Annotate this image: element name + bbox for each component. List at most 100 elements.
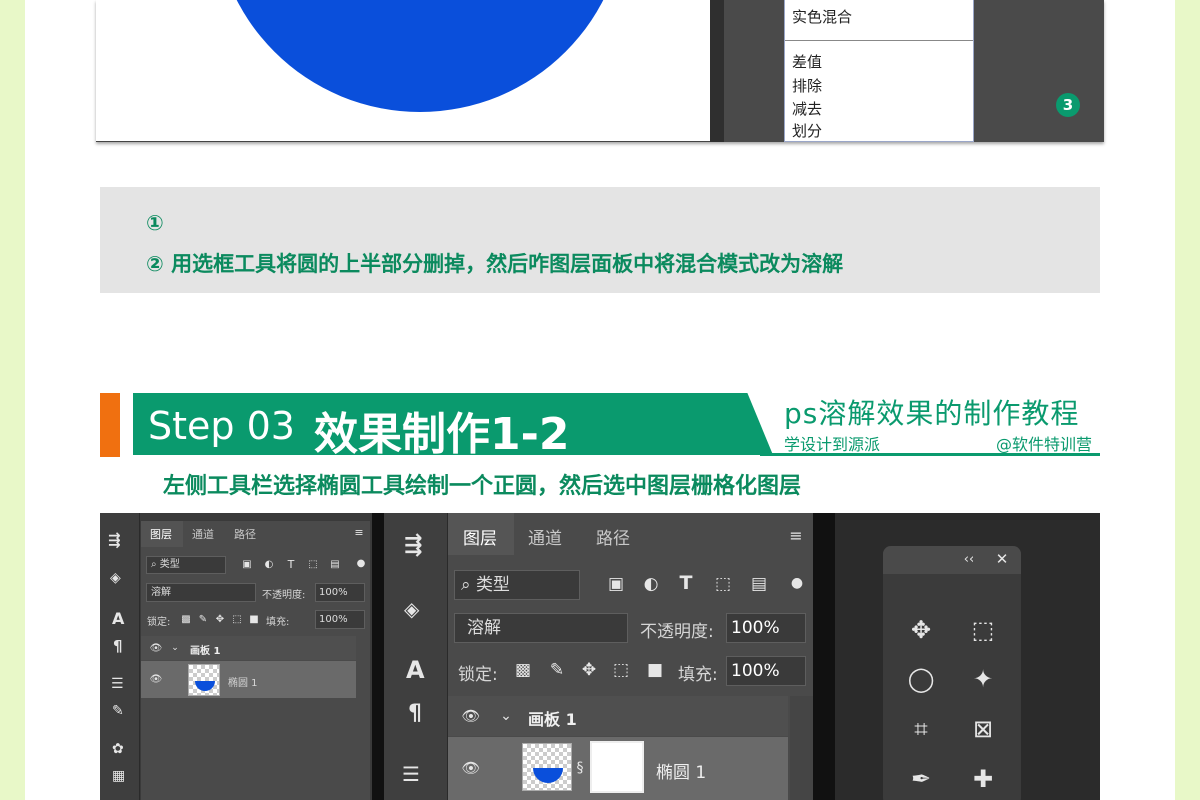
panel-menu-icon[interactable]: ≡ — [352, 525, 366, 539]
tab-paths[interactable]: 路径 — [596, 524, 630, 549]
eye-icon[interactable]: 👁 — [460, 705, 482, 727]
blend-item[interactable]: 实色混合 — [792, 6, 852, 28]
fill-label: 填充: — [678, 665, 718, 685]
history-icon[interactable]: ⇶ — [108, 531, 121, 549]
blend-item[interactable]: 差值 — [792, 51, 822, 73]
accent-bar — [100, 393, 120, 457]
fill-value: 100% — [731, 661, 780, 681]
layer-thumbnail — [522, 743, 572, 791]
blend-item[interactable]: 排除 — [792, 75, 822, 97]
fill-field[interactable]: 100% — [726, 656, 806, 686]
filter-label: 类型 — [159, 559, 180, 570]
chevron-down-icon[interactable]: ⌄ — [498, 705, 514, 727]
lock-transparent-icon[interactable]: ▩ — [180, 612, 192, 626]
large-blend-select[interactable]: 溶解 — [454, 613, 628, 643]
close-icon[interactable]: ✕ — [993, 550, 1011, 568]
opacity-field[interactable]: 100% — [726, 613, 806, 643]
paragraph-icon[interactable]: ¶ — [408, 701, 422, 726]
lock-paint-icon[interactable]: ✎ — [546, 659, 568, 681]
lock-all-icon[interactable]: ■ — [644, 659, 666, 681]
filter-toggle-icon[interactable]: ● — [790, 569, 804, 597]
opacity-field[interactable]: 100% — [315, 583, 365, 602]
tab-paths[interactable]: 路径 — [234, 526, 256, 542]
fill-field[interactable]: 100% — [315, 610, 365, 629]
lock-label: 锁定: — [458, 665, 498, 685]
tab-channels[interactable]: 通道 — [528, 524, 562, 549]
shape-filter-icon[interactable]: ⬚ — [306, 557, 320, 571]
adjust-icon[interactable]: ☰ — [111, 676, 124, 692]
swatches-icon[interactable]: ✿ — [112, 741, 124, 757]
smart-filter-icon[interactable]: ▤ — [328, 557, 342, 571]
large-filter-select[interactable]: ⌕ 类型 — [454, 570, 580, 600]
eye-icon[interactable]: 👁 — [460, 757, 482, 779]
fill-label: 填充: — [266, 617, 290, 628]
filter-label: 类型 — [475, 575, 510, 595]
lock-all-icon[interactable]: ■ — [248, 612, 260, 626]
layers-scrollbar[interactable] — [790, 696, 813, 800]
group-name: 画板 1 — [528, 710, 577, 729]
lock-transparent-icon[interactable]: ▩ — [512, 659, 534, 681]
move-tool-icon[interactable]: ✥ — [904, 613, 938, 647]
lock-label: 锁定: — [147, 617, 171, 628]
marquee-tool-icon[interactable]: ⬚ — [966, 613, 1000, 647]
blend-item[interactable]: 划分 — [792, 120, 822, 142]
eye-icon[interactable]: 👁 — [150, 641, 163, 655]
subtitle-right: @软件特训营 — [996, 435, 1093, 454]
blue-circle — [214, 0, 626, 112]
image-filter-icon[interactable]: ▣ — [605, 573, 627, 595]
tab-layers[interactable]: 图层 — [463, 524, 497, 549]
small-blend-select[interactable]: 溶解 — [146, 583, 256, 602]
note-box: ① ② 用选框工具将圆的上半部分删掉，然后咋图层面板中将混合模式改为溶解 — [100, 187, 1100, 293]
type-filter-icon[interactable]: T — [675, 572, 697, 594]
magic-wand-tool-icon[interactable]: ✦ — [966, 662, 1000, 696]
tab-layers[interactable]: 图层 — [150, 526, 172, 542]
shape-filter-icon[interactable]: ⬚ — [712, 573, 734, 595]
document-canvas — [96, 0, 710, 141]
3d-icon[interactable]: ◈ — [110, 570, 121, 586]
3d-icon[interactable]: ◈ — [404, 597, 419, 621]
paragraph-icon[interactable]: ¶ — [113, 637, 123, 655]
panel-separator — [710, 0, 724, 142]
lock-move-icon[interactable]: ✥ — [214, 612, 226, 626]
character-icon[interactable]: A — [112, 609, 124, 628]
eyedropper-tool-icon[interactable]: ✒ — [904, 762, 938, 796]
link-icon[interactable]: § — [574, 757, 586, 779]
table-icon[interactable]: ▦ — [112, 768, 125, 784]
tab-channels[interactable]: 通道 — [192, 526, 214, 542]
lock-move-icon[interactable]: ✥ — [578, 659, 600, 681]
panel-menu-icon[interactable]: ≡ — [786, 525, 806, 545]
chevron-down-icon[interactable]: ⌄ — [170, 641, 180, 655]
blend-item[interactable]: 减去 — [792, 98, 822, 120]
eye-icon[interactable]: 👁 — [150, 672, 163, 686]
layer-thumbnail — [188, 664, 220, 696]
image-filter-icon[interactable]: ▣ — [240, 557, 254, 571]
filter-toggle-icon[interactable]: ● — [356, 555, 366, 571]
window-divider-2 — [813, 513, 835, 800]
layer-mask-thumbnail[interactable] — [590, 741, 644, 793]
healing-tool-icon[interactable]: ✚ — [966, 762, 1000, 796]
smart-filter-icon[interactable]: ▤ — [748, 573, 770, 595]
crop-tool-icon[interactable]: ⌗ — [904, 712, 938, 746]
type-filter-icon[interactable]: T — [284, 557, 298, 571]
frame-tool-icon[interactable]: ⊠ — [966, 712, 1000, 746]
brush-settings-icon[interactable]: ✎ — [112, 703, 124, 719]
history-icon[interactable]: ⇶ — [404, 533, 422, 558]
half-circle-preview — [195, 681, 215, 691]
window-divider — [372, 513, 384, 800]
opacity-value: 100% — [731, 618, 780, 638]
opacity-label: 不透明度: — [640, 622, 714, 642]
lasso-tool-icon[interactable]: ◯ — [904, 662, 938, 696]
step-title: 效果制作1-2 — [314, 409, 570, 460]
note-line-1: ① — [146, 211, 164, 235]
collapse-icon[interactable]: ‹‹ — [960, 550, 978, 568]
small-tool-strip: ⇶ ◈ A ¶ ☰ ✎ ✿ ▦ — [100, 513, 140, 800]
lock-paint-icon[interactable]: ✎ — [197, 612, 209, 626]
lock-artboard-icon[interactable]: ⬚ — [231, 612, 243, 626]
lock-artboard-icon[interactable]: ⬚ — [610, 659, 632, 681]
blend-mode-menu[interactable]: ▪ 实色混合 差值 排除 减去 划分 — [784, 0, 974, 142]
small-filter-select[interactable]: ⌕ 类型 — [146, 556, 226, 574]
adjust-icon[interactable]: ☰ — [402, 762, 420, 786]
adjustment-filter-icon[interactable]: ◐ — [640, 573, 662, 595]
adjustment-filter-icon[interactable]: ◐ — [262, 557, 276, 571]
character-icon[interactable]: A — [406, 656, 425, 684]
